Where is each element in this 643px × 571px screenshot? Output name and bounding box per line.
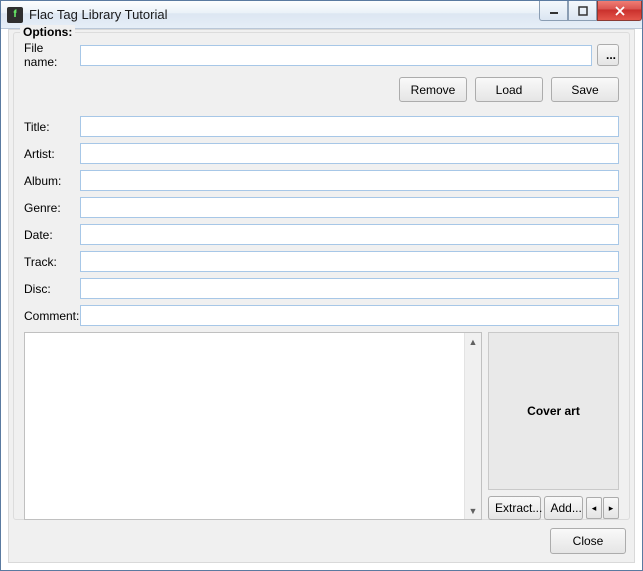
comment-input[interactable] — [80, 305, 619, 326]
title-input[interactable] — [80, 116, 619, 137]
scroll-up-icon[interactable]: ▲ — [465, 333, 481, 350]
file-name-label: File name: — [24, 41, 80, 69]
main-window: f Flac Tag Library Tutorial Options: Fil… — [0, 0, 643, 571]
close-window-button[interactable] — [597, 1, 642, 21]
date-row: Date: — [24, 224, 619, 245]
album-input[interactable] — [80, 170, 619, 191]
date-input[interactable] — [80, 224, 619, 245]
artist-row: Artist: — [24, 143, 619, 164]
tag-list[interactable] — [25, 333, 464, 519]
app-icon: f — [7, 7, 23, 23]
group-label: Options: — [20, 25, 75, 39]
next-cover-button[interactable]: ▸ — [603, 497, 619, 519]
add-button[interactable]: Add... — [544, 496, 584, 520]
disc-input[interactable] — [80, 278, 619, 299]
prev-cover-button[interactable]: ◂ — [586, 497, 602, 519]
maximize-button[interactable] — [568, 1, 597, 21]
title-bar: f Flac Tag Library Tutorial — [1, 1, 642, 29]
save-button[interactable]: Save — [551, 77, 619, 102]
close-button[interactable]: Close — [550, 528, 626, 554]
disc-row: Disc: — [24, 278, 619, 299]
client-area: Options: File name: ... Remove Load Save… — [8, 29, 635, 563]
title-row: Title: — [24, 116, 619, 137]
footer: Close — [550, 528, 626, 554]
genre-row: Genre: — [24, 197, 619, 218]
window-title: Flac Tag Library Tutorial — [29, 7, 168, 22]
cover-column: Cover art Extract... Add... ◂ ▸ — [488, 332, 619, 520]
track-input[interactable] — [80, 251, 619, 272]
lower-area: ▲ ▼ Cover art Extract... Add... ◂ ▸ — [24, 332, 619, 520]
artist-label: Artist: — [24, 147, 80, 161]
comment-row: Comment: — [24, 305, 619, 326]
album-row: Album: — [24, 170, 619, 191]
cover-art-box: Cover art — [488, 332, 619, 490]
track-row: Track: — [24, 251, 619, 272]
remove-button[interactable]: Remove — [399, 77, 467, 102]
album-label: Album: — [24, 174, 80, 188]
window-controls — [539, 1, 642, 21]
artist-input[interactable] — [80, 143, 619, 164]
tag-list-container: ▲ ▼ — [24, 332, 482, 520]
disc-label: Disc: — [24, 282, 80, 296]
minimize-button[interactable] — [539, 1, 568, 21]
browse-button[interactable]: ... — [597, 44, 619, 66]
comment-label: Comment: — [24, 309, 80, 323]
title-label: Title: — [24, 120, 80, 134]
genre-label: Genre: — [24, 201, 80, 215]
file-name-row: File name: ... — [24, 41, 619, 69]
load-button[interactable]: Load — [475, 77, 543, 102]
genre-input[interactable] — [80, 197, 619, 218]
file-actions: Remove Load Save — [24, 77, 619, 102]
listbox-scrollbar[interactable]: ▲ ▼ — [464, 333, 481, 519]
options-group: Options: File name: ... Remove Load Save… — [13, 32, 630, 520]
cover-buttons: Extract... Add... ◂ ▸ — [488, 496, 619, 520]
file-name-input[interactable] — [80, 45, 592, 66]
date-label: Date: — [24, 228, 80, 242]
cover-nav: ◂ ▸ — [586, 497, 619, 519]
scroll-down-icon[interactable]: ▼ — [465, 502, 481, 519]
extract-button[interactable]: Extract... — [488, 496, 541, 520]
track-label: Track: — [24, 255, 80, 269]
